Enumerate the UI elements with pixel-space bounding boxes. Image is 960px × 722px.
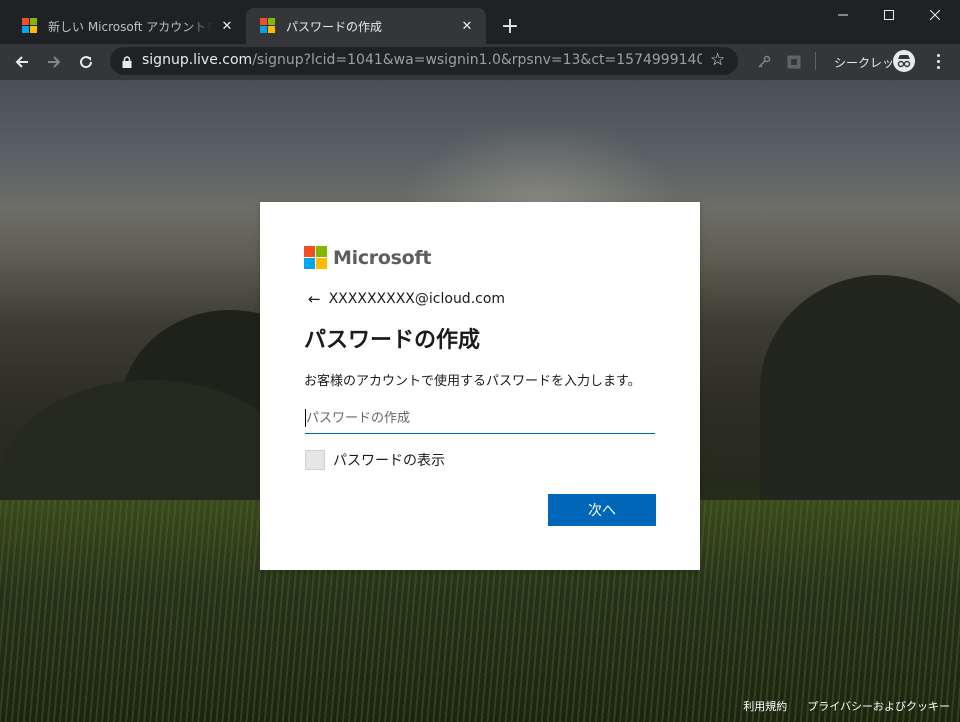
footer-links: 利用規約 プライバシーおよびクッキー	[743, 698, 950, 714]
url-text[interactable]: signup.live.com/signup?lcid=1041&wa=wsig…	[142, 52, 702, 70]
tab-create-password[interactable]: パスワードの作成 ✕	[246, 8, 486, 44]
incognito-icon[interactable]	[893, 50, 915, 72]
back-arrow-icon[interactable]: ←	[308, 290, 321, 308]
tab-title: 新しい Microsoft アカウントを作成する	[48, 19, 212, 34]
signup-card: Microsoft ← XXXXXXXXX@icloud.com パスワードの作…	[260, 202, 700, 570]
extension-icon[interactable]	[780, 48, 808, 76]
minimize-icon[interactable]	[820, 0, 866, 30]
tab-title: パスワードの作成	[286, 19, 383, 34]
tab-close-icon[interactable]: ✕	[218, 17, 236, 35]
microsoft-favicon-icon	[22, 18, 38, 34]
menu-dots-icon[interactable]	[928, 50, 948, 72]
url-path: /signup?lcid=1041&wa=wsignin1.0&rpsnv=13…	[252, 52, 702, 68]
key-icon[interactable]	[750, 48, 778, 76]
text-caret	[305, 409, 306, 427]
page-title: パスワードの作成	[304, 328, 481, 353]
show-password-label: パスワードの表示	[333, 453, 445, 469]
brand-name: Microsoft	[333, 246, 432, 269]
next-button[interactable]: 次へ	[548, 494, 656, 526]
privacy-link[interactable]: プライバシーおよびクッキー	[807, 698, 950, 714]
lock-icon[interactable]	[120, 54, 134, 68]
tab-create-account[interactable]: 新しい Microsoft アカウントを作成する ✕	[8, 8, 246, 44]
tab-close-icon[interactable]: ✕	[458, 17, 476, 35]
microsoft-favicon-icon	[260, 18, 276, 34]
title-bar: 新しい Microsoft アカウントを作成する ✕ パスワードの作成 ✕ +	[0, 0, 960, 44]
forward-arrow-icon[interactable]	[40, 48, 68, 76]
new-tab-icon[interactable]: +	[498, 15, 522, 39]
microsoft-logo: Microsoft	[304, 246, 431, 269]
show-password-checkbox[interactable]	[305, 450, 325, 470]
description-text: お客様のアカウントで使用するパスワードを入力します。	[304, 374, 641, 389]
window-close-icon[interactable]	[912, 0, 958, 30]
terms-link[interactable]: 利用規約	[743, 698, 787, 714]
toolbar-divider	[815, 52, 816, 70]
url-host: signup.live.com	[142, 52, 253, 68]
back-arrow-icon[interactable]	[8, 48, 36, 76]
reload-icon[interactable]	[72, 48, 100, 76]
show-password-row[interactable]: パスワードの表示	[305, 450, 445, 470]
password-input[interactable]	[305, 404, 655, 434]
hill-right	[760, 275, 960, 505]
identity-row[interactable]: ← XXXXXXXXX@icloud.com	[308, 290, 505, 308]
microsoft-squares-icon	[304, 246, 327, 269]
bookmark-star-icon[interactable]: ☆	[710, 50, 725, 70]
maximize-icon[interactable]	[866, 0, 912, 30]
identity-email: XXXXXXXXX@icloud.com	[328, 291, 506, 307]
